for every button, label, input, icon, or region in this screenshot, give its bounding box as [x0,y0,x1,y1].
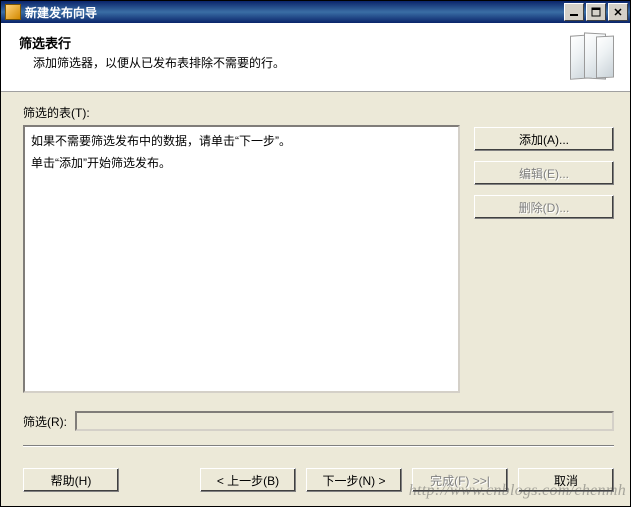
add-button[interactable]: 添加(A)... [474,127,614,151]
page-title: 筛选表行 [19,33,558,52]
edit-button: 编辑(E)... [474,161,614,185]
finish-button: 完成(F) >>| [412,468,508,492]
side-buttons: 添加(A)... 编辑(E)... 删除(D)... [474,125,614,219]
wizard-footer: 帮助(H) < 上一步(B) 下一步(N) > 完成(F) >>| 取消 [1,468,630,506]
back-button-label: < 上一步(B) [217,472,279,489]
delete-button-label: 删除(D)... [519,199,570,216]
listbox-hint-line1: 如果不需要筛选发布中的数据，请单击“下一步”。 [31,131,452,153]
minimize-button[interactable] [564,3,584,21]
filtered-tables-listbox[interactable]: 如果不需要筛选发布中的数据，请单击“下一步”。 单击“添加”开始筛选发布。 [23,125,460,393]
close-button[interactable] [608,3,628,21]
header-text-block: 筛选表行 添加筛选器，以便从已发布表排除不需要的行。 [19,33,558,71]
edit-button-label: 编辑(E)... [519,165,569,182]
app-icon [5,4,21,20]
cancel-button-label: 取消 [554,472,578,489]
back-button[interactable]: < 上一步(B) [200,468,296,492]
filtered-tables-label: 筛选的表(T): [23,104,614,121]
wizard-header: 筛选表行 添加筛选器，以便从已发布表排除不需要的行。 [1,23,630,92]
title-bar: 新建发布向导 [1,1,630,23]
listbox-hint-line2: 单击“添加”开始筛选发布。 [31,153,452,175]
add-button-label: 添加(A)... [519,131,569,148]
next-button[interactable]: 下一步(N) > [306,468,402,492]
page-subtitle: 添加筛选器，以便从已发布表排除不需要的行。 [19,54,558,71]
maximize-icon [591,7,601,17]
minimize-icon [569,7,579,17]
filter-input [75,411,614,431]
help-button-label: 帮助(H) [51,472,92,489]
delete-button: 删除(D)... [474,195,614,219]
help-button[interactable]: 帮助(H) [23,468,119,492]
filter-row: 筛选(R): [23,411,614,431]
finish-button-label: 完成(F) >>| [430,472,490,489]
mid-row: 如果不需要筛选发布中的数据，请单击“下一步”。 单击“添加”开始筛选发布。 添加… [23,125,614,393]
next-button-label: 下一步(N) > [322,472,385,489]
cancel-button[interactable]: 取消 [518,468,614,492]
separator [23,445,614,447]
header-graphic [566,33,616,81]
filter-label: 筛选(R): [23,413,67,430]
wizard-body: 筛选的表(T): 如果不需要筛选发布中的数据，请单击“下一步”。 单击“添加”开… [1,92,630,468]
maximize-button[interactable] [586,3,606,21]
close-icon [613,7,623,17]
wizard-window: 新建发布向导 筛选表行 添加筛选器，以便从已发布表排除不需要的行。 筛选的表(T… [0,0,631,507]
window-controls [562,3,628,21]
window-title: 新建发布向导 [25,4,562,21]
